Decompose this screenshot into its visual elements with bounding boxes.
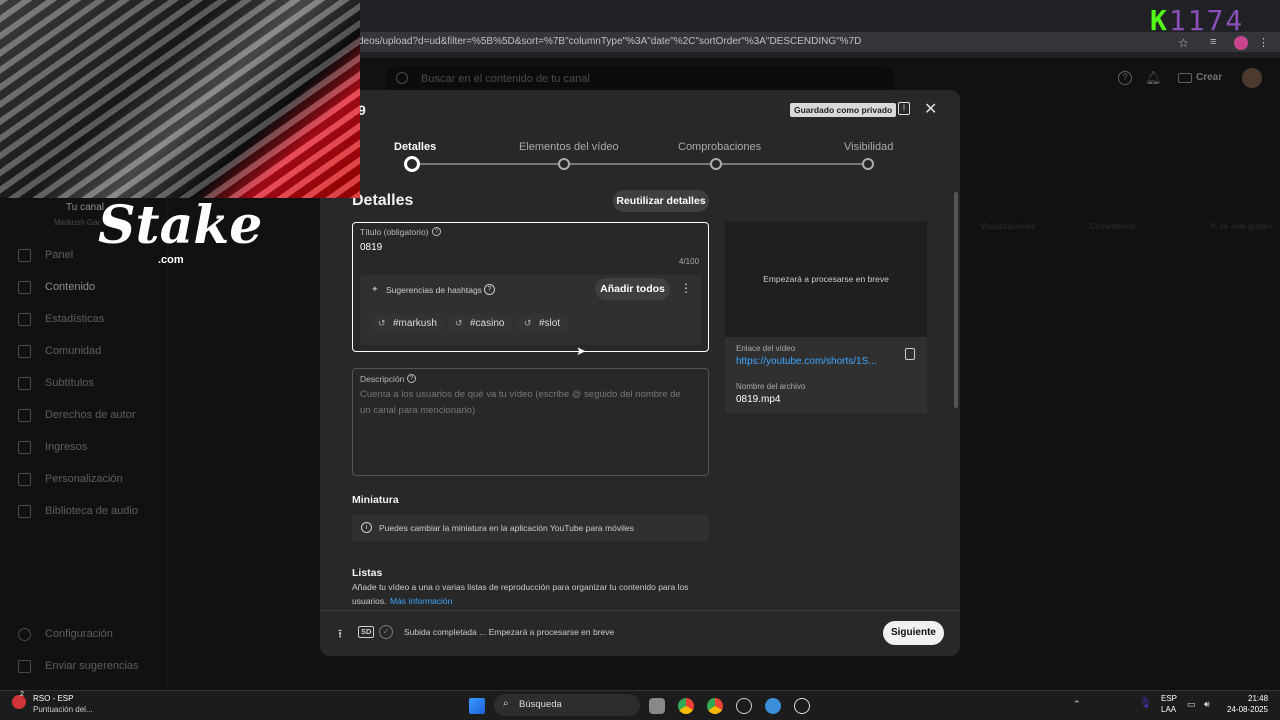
help-icon[interactable]: ? — [432, 227, 441, 236]
report-issue-icon[interactable]: ! — [898, 102, 910, 115]
input-language-1[interactable]: ESP — [1161, 694, 1177, 703]
help-icon[interactable]: ? — [407, 374, 416, 383]
chevron-up-icon[interactable]: ⌃ — [1073, 699, 1081, 710]
tab-comprobaciones[interactable]: Comprobaciones — [678, 141, 761, 153]
browser-menu-icon[interactable]: ⋮ — [1258, 36, 1269, 49]
overlay-counter: 1174 — [1168, 4, 1245, 37]
title-field-label: Título (obligatorio) — [360, 227, 429, 237]
lists-description: Añade tu vídeo a una o varias listas de … — [352, 582, 689, 592]
filename: 0819.mp4 — [736, 394, 781, 405]
video-link-label: Enlace del vídeo — [736, 344, 796, 353]
info-icon: i — [361, 522, 372, 533]
chrome-profile-icon[interactable] — [707, 698, 723, 714]
notification-badge: 2 — [20, 691, 24, 698]
sd-quality-badge: SD — [358, 626, 375, 638]
title-input[interactable]: 0819 — [360, 242, 382, 253]
video-info-panel: Enlace del vídeo https://youtube.com/sho… — [725, 337, 927, 413]
mouse-cursor-icon: ➤ — [576, 344, 587, 358]
clock-date[interactable]: 24-08-2025 — [1227, 705, 1268, 714]
profile-avatar-icon[interactable] — [1234, 36, 1248, 50]
notification-subtitle: Puntuación del... — [33, 705, 93, 714]
input-language-2[interactable]: LAA — [1161, 705, 1176, 714]
chrome-icon[interactable] — [678, 698, 694, 714]
queue-icon[interactable]: ≡ — [1210, 36, 1222, 48]
bookmark-star-icon[interactable]: ☆ — [1178, 36, 1190, 50]
taskbar-search-label: Búsqueda — [519, 699, 562, 710]
history-icon: ↺ — [378, 318, 386, 328]
network-icon[interactable]: ▭ — [1187, 699, 1196, 710]
tab-visibilidad[interactable]: Visibilidad — [844, 141, 893, 153]
clock-time[interactable]: 21:48 — [1248, 694, 1268, 703]
saved-status-badge: Guardado como privado — [790, 103, 897, 117]
thumbnail-info-box: i Puedes cambiar la miniatura en la apli… — [352, 514, 709, 542]
sparkle-icon: ✦ — [371, 284, 379, 294]
notification-title: RSO - ESP — [33, 694, 74, 703]
windows-start-icon[interactable] — [469, 698, 485, 714]
thumbnail-info-text: Puedes cambiar la miniatura en la aplica… — [379, 523, 634, 533]
learn-more-link[interactable]: Más información — [390, 596, 452, 606]
hashtag-suggestions-label: Sugerencias de hashtags — [386, 285, 482, 295]
dialog-footer: ⭱ SD ✓ Subida completada ... Empezará a … — [320, 610, 960, 656]
obs-icon[interactable] — [736, 698, 752, 714]
thumbnail-title: Miniatura — [352, 494, 399, 506]
description-placeholder: Cuenta a los usuarios de qué va tu vídeo… — [360, 389, 681, 400]
upload-icon: ⭱ — [338, 627, 343, 641]
stake-logo-suffix: .com — [158, 254, 184, 266]
media-player-icon[interactable] — [794, 698, 810, 714]
filename-label: Nombre del archivo — [736, 382, 806, 391]
taskbar-search[interactable]: ⌕ Búsqueda — [494, 694, 640, 716]
tab-detalles[interactable]: Detalles — [394, 141, 436, 153]
video-preview: Empezará a procesarse en breve — [725, 221, 927, 337]
microphone-icon[interactable]: 🎙︎ — [1139, 698, 1152, 709]
title-field[interactable]: Título (obligatorio) ? 0819 4/100 ✦ Suge… — [352, 222, 709, 352]
kick-overlay: K1174 — [1150, 4, 1278, 37]
close-icon[interactable]: ✕ — [924, 99, 937, 119]
task-view-icon[interactable] — [649, 698, 665, 714]
streamer-video-overlay — [0, 0, 360, 198]
upload-dialog: 9 Guardado como privado ! ✕ Detalles Ele… — [320, 90, 960, 656]
volume-icon[interactable]: 🔊︎ — [1204, 699, 1210, 710]
lists-title: Listas — [352, 567, 383, 579]
windows-taskbar: 2 RSO - ESP Puntuación del... ⌕ Búsqueda… — [0, 690, 1280, 720]
next-button[interactable]: Siguiente — [883, 621, 944, 645]
stepper-track — [412, 163, 868, 165]
app-icon[interactable] — [765, 698, 781, 714]
lists-description: usuarios. — [352, 596, 387, 606]
upload-status-text: Subida completada ... Empezará a procesa… — [404, 627, 615, 637]
title-char-counter: 4/100 — [679, 257, 700, 266]
description-label: Descripción — [360, 374, 405, 384]
tab-elementos-video[interactable]: Elementos del vídeo — [519, 141, 619, 153]
search-icon: ⌕ — [503, 698, 509, 709]
video-link[interactable]: https://youtube.com/shorts/1S... — [736, 356, 877, 367]
step-dot-visibilidad[interactable] — [862, 158, 874, 170]
step-dot-detalles[interactable] — [404, 156, 420, 172]
step-dot-comprobaciones[interactable] — [710, 158, 722, 170]
processing-status: Empezará a procesarse en breve — [763, 274, 889, 284]
address-bar[interactable]: deos/upload?d=ud&filter=%5B%5D&sort=%7B"… — [350, 32, 1280, 52]
add-all-hashtags-button[interactable]: Añadir todos — [595, 278, 670, 300]
step-dot-elementos[interactable] — [558, 158, 570, 170]
more-options-icon[interactable]: ⋮ — [680, 281, 692, 295]
kick-logo-icon: K — [1150, 4, 1169, 37]
scrollbar-thumb[interactable] — [954, 192, 958, 408]
history-icon: ↺ — [524, 318, 532, 328]
section-title: Detalles — [352, 192, 414, 209]
hashtag-suggestions-panel: ✦ Sugerencias de hashtags ? Añadir todos… — [360, 275, 702, 345]
help-icon[interactable]: ? — [484, 284, 495, 295]
reuse-details-button[interactable]: Reutilizar detalles — [613, 190, 709, 212]
description-field[interactable]: Descripción ? Cuenta a los usuarios de q… — [352, 368, 709, 476]
copy-icon[interactable] — [905, 348, 915, 360]
checks-complete-icon: ✓ — [379, 625, 393, 639]
history-icon: ↺ — [455, 318, 463, 328]
description-placeholder: un canal para mencionarlo) — [360, 405, 476, 416]
